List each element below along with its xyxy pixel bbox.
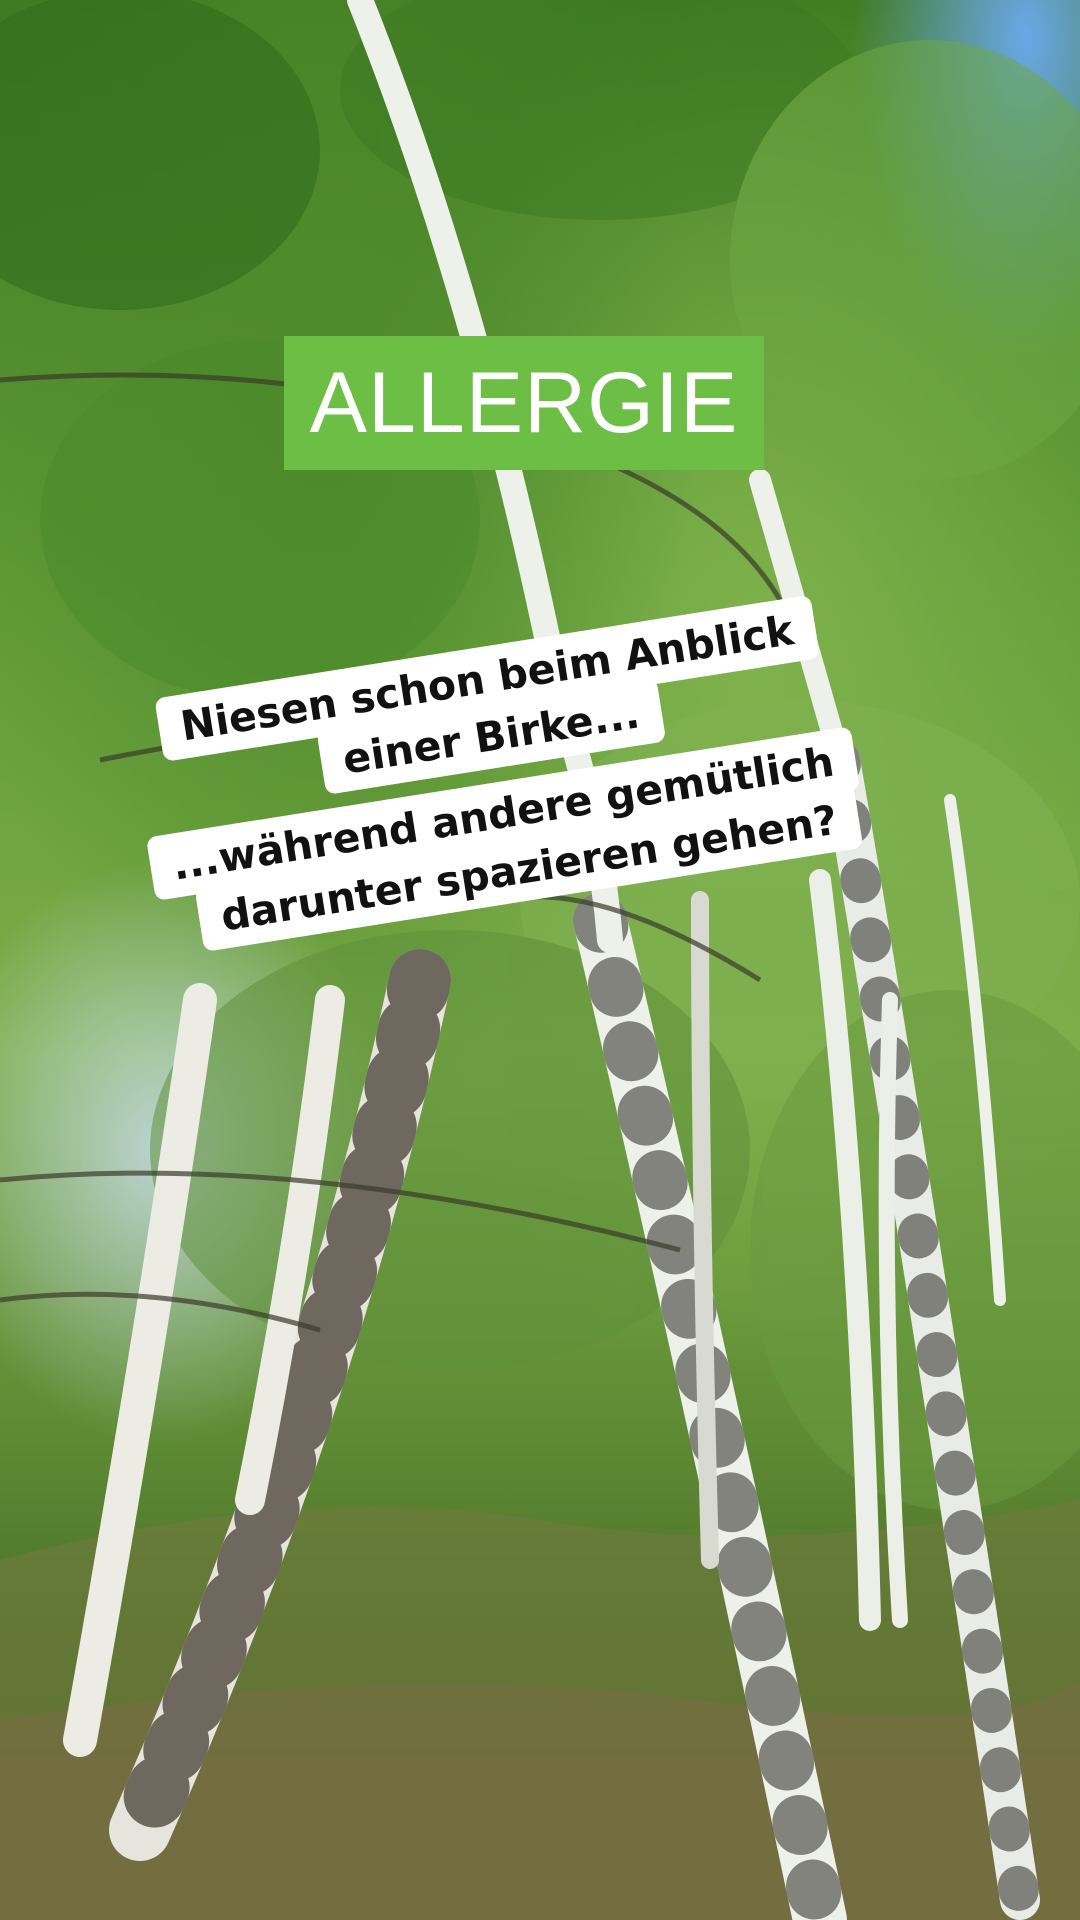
allergie-title-badge: ALLERGIE [284,336,764,470]
birch-forest-background [0,0,1080,1920]
birch-trees-illustration [0,0,1080,1920]
allergie-title-text: ALLERGIE [309,354,739,451]
